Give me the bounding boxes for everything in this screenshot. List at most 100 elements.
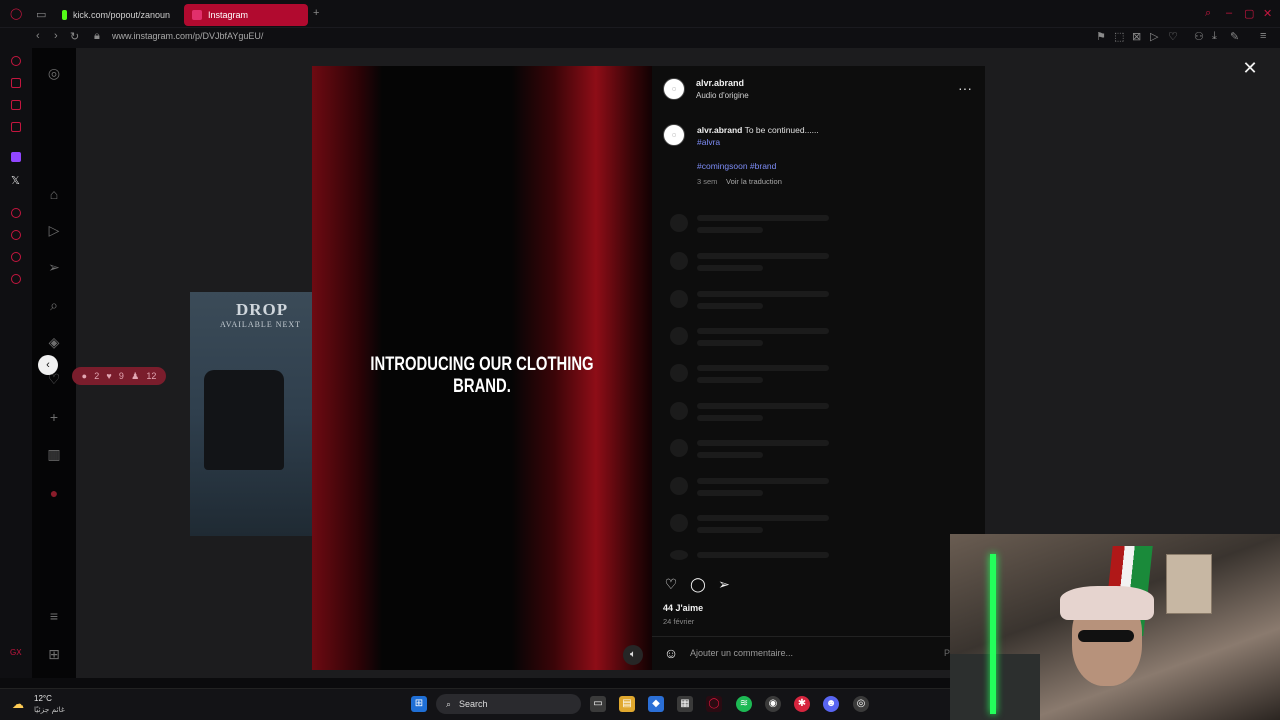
reels-icon[interactable]: ▷: [46, 222, 62, 238]
address-bar: ‹ › ↻ 🔒︎ www.instagram.com/p/DVJbfAYguEU…: [0, 28, 1280, 48]
previous-post-button[interactable]: ‹: [38, 355, 58, 375]
like-icon[interactable]: ♡: [663, 576, 679, 592]
tab-switcher-icon[interactable]: ▭: [36, 8, 46, 21]
reel-video[interactable]: Introducing our clothing brand.: [312, 66, 652, 670]
chrome-icon[interactable]: ◎: [853, 696, 869, 712]
sidebar-x-icon[interactable]: 𝕏: [11, 174, 20, 187]
author-avatar[interactable]: ◌: [663, 78, 685, 100]
home-icon[interactable]: ⌂: [46, 186, 62, 202]
post-date: 24 février: [663, 617, 695, 626]
sidebar-gx-icon[interactable]: GX: [10, 648, 22, 657]
back-icon[interactable]: ‹: [36, 30, 40, 42]
skeleton-line: [697, 227, 763, 233]
opera-logo-icon[interactable]: ◯: [10, 7, 22, 20]
also-from-meta-icon[interactable]: ⊞: [46, 646, 62, 662]
preview-tshirt-image: [204, 370, 284, 470]
dashboard-icon[interactable]: ▥: [46, 446, 62, 462]
task-view-icon[interactable]: ▭: [590, 696, 606, 712]
menu-icon[interactable]: ≡: [1260, 30, 1266, 42]
url-field[interactable]: www.instagram.com/p/DVJbfAYguEU/: [112, 31, 263, 41]
minimize-icon[interactable]: –: [1226, 7, 1232, 19]
preview-stats-pill: ● 2 ♥ 9 ♟ 12: [72, 367, 166, 385]
skeleton-avatar: [670, 439, 688, 457]
steam-icon[interactable]: ◉: [765, 696, 781, 712]
app-icon[interactable]: ✱: [794, 696, 810, 712]
kick-favicon-icon: [62, 10, 67, 20]
copilot-icon[interactable]: ◆: [648, 696, 664, 712]
previous-post-preview[interactable]: DROP AVAILABLE NEXT: [190, 292, 314, 536]
sidebar-ai-icon[interactable]: [11, 56, 21, 66]
webcam-hat: [1060, 586, 1154, 620]
likes-count[interactable]: 44 J'aime: [663, 603, 703, 613]
create-icon[interactable]: +: [46, 409, 62, 425]
skeleton-line: [697, 490, 763, 496]
snapshot-icon[interactable]: ⬚: [1114, 30, 1124, 43]
caption-avatar[interactable]: ◌: [663, 124, 685, 146]
reload-icon[interactable]: ↻: [70, 30, 79, 43]
caption-hashtag[interactable]: #alvra: [697, 137, 720, 147]
skeleton-line: [697, 215, 829, 221]
forward-icon[interactable]: ›: [54, 30, 58, 42]
ai-icon[interactable]: ✎: [1230, 30, 1239, 43]
close-modal-icon[interactable]: ✕: [1240, 58, 1260, 78]
tab-kick[interactable]: kick.com/popout/zanoun: [54, 4, 178, 26]
taskbar-search[interactable]: ⌕ Search: [436, 694, 581, 714]
download-icon[interactable]: ⤓: [1212, 30, 1217, 43]
sidebar-settings-icon[interactable]: [11, 274, 21, 284]
close-window-icon[interactable]: ✕: [1263, 7, 1272, 20]
more-menu-icon[interactable]: ≡: [46, 608, 62, 624]
windows-start-icon[interactable]: ⊞: [411, 696, 427, 712]
sidebar-extensions-icon[interactable]: [11, 252, 21, 262]
tab-label: Instagram: [208, 10, 249, 20]
player-icon[interactable]: ▷: [1150, 30, 1158, 43]
profile-avatar-icon[interactable]: ●: [46, 485, 62, 501]
weather-description[interactable]: غائم جزئيًا: [34, 705, 65, 714]
mute-toggle-icon[interactable]: 🔈︎: [623, 645, 643, 665]
comment-count: 2: [94, 371, 100, 381]
skeleton-line: [697, 552, 829, 558]
caption-username[interactable]: alvr.abrand: [697, 125, 742, 135]
search-tabs-icon[interactable]: ⌕: [1205, 7, 1211, 20]
sidebar-messenger-icon[interactable]: [11, 100, 21, 110]
store-icon[interactable]: ▦: [677, 696, 693, 712]
weather-temperature[interactable]: 12°C: [34, 694, 52, 703]
comment-icon[interactable]: ◯: [690, 576, 706, 592]
spotify-icon[interactable]: ≋: [736, 696, 752, 712]
browser-tab-bar: ◯ ▭ kick.com/popout/zanoun Instagram + ⌕…: [0, 0, 1280, 28]
more-options-icon[interactable]: ···: [958, 80, 972, 96]
see-translation-link[interactable]: Voir la traduction: [726, 177, 782, 186]
sidebar-twitch-icon[interactable]: [11, 152, 21, 162]
discord-icon[interactable]: ☻: [823, 696, 839, 712]
adblock-icon[interactable]: ⊠: [1132, 30, 1141, 43]
weather-icon[interactable]: ☁: [12, 697, 24, 711]
caption-text: To be continued......: [744, 125, 819, 135]
bookmark-icon[interactable]: ⚑: [1096, 30, 1106, 43]
search-icon[interactable]: ⌕: [46, 297, 62, 313]
share-icon[interactable]: ➢: [716, 576, 732, 592]
emoji-icon[interactable]: ☺: [663, 645, 679, 661]
heart-icon[interactable]: ♡: [1168, 30, 1178, 43]
new-tab-icon[interactable]: +: [313, 7, 319, 19]
instagram-favicon-icon: [192, 10, 202, 20]
maximize-icon[interactable]: ▢: [1244, 7, 1254, 20]
skeleton-line: [697, 365, 829, 371]
audio-label[interactable]: Audio d'origine: [696, 91, 749, 100]
comment-input[interactable]: Ajouter un commentaire...: [690, 648, 793, 658]
skeleton-avatar: [670, 477, 688, 495]
skeleton-avatar: [670, 364, 688, 382]
sidebar-shopping-icon[interactable]: [11, 78, 21, 88]
sidebar-history-icon[interactable]: [11, 230, 21, 240]
sidebar-bookmark-icon[interactable]: [11, 122, 21, 132]
messages-icon[interactable]: ➢: [46, 259, 62, 275]
hashtags[interactable]: #comingsoon #brand: [697, 161, 776, 171]
explore-icon[interactable]: ◈: [46, 334, 62, 350]
instagram-logo-icon[interactable]: ◎: [46, 65, 62, 81]
skeleton-line: [697, 527, 763, 533]
tab-instagram[interactable]: Instagram: [184, 4, 308, 26]
author-username[interactable]: alvr.abrand: [696, 78, 744, 88]
opera-gx-taskbar-icon[interactable]: ◯: [706, 696, 722, 712]
account-icon[interactable]: ⚇: [1194, 30, 1204, 43]
file-explorer-icon[interactable]: ▤: [619, 696, 635, 712]
skeleton-avatar: [670, 214, 688, 232]
sidebar-player-icon[interactable]: [11, 208, 21, 218]
